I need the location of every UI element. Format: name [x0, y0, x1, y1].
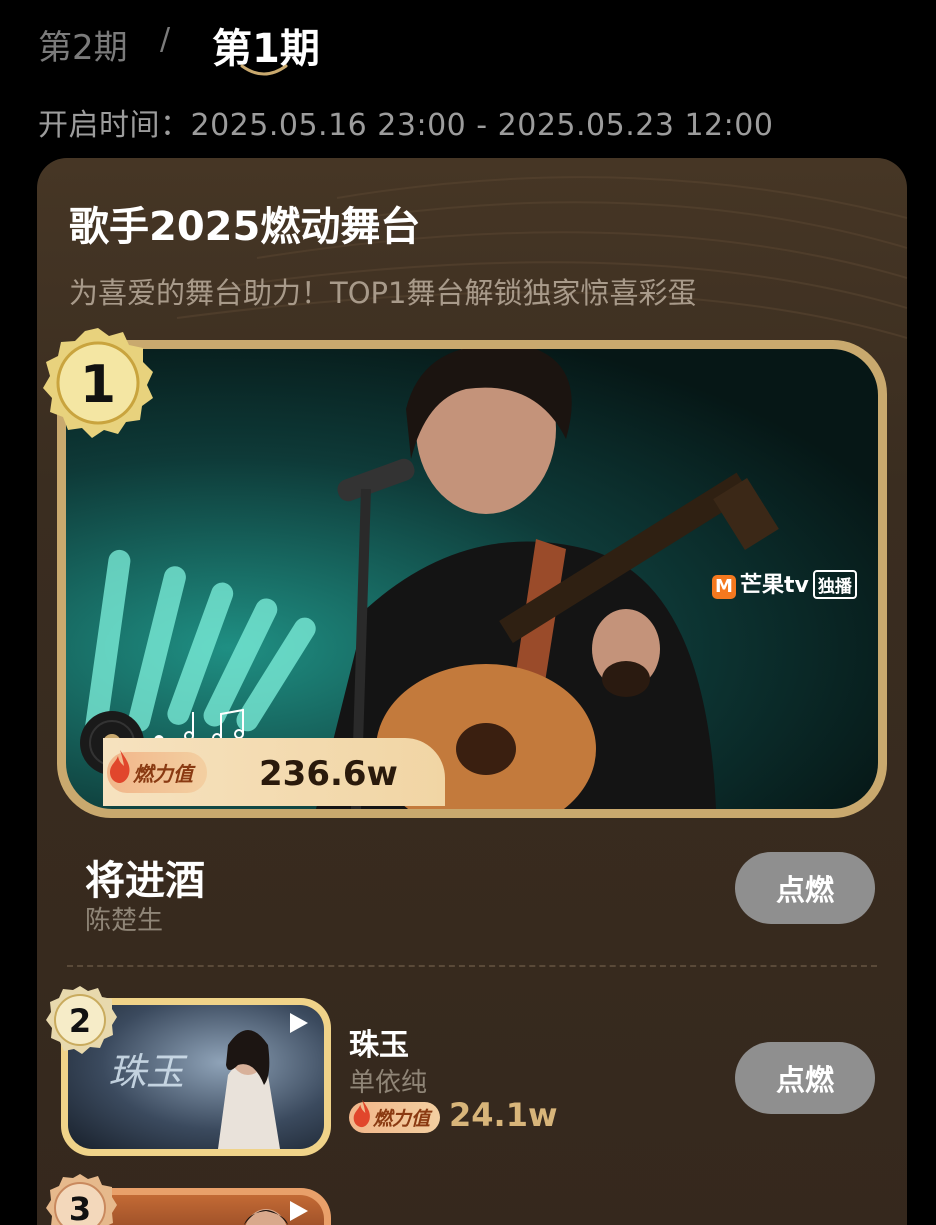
card-subtitle: 为喜爱的舞台助力！TOP1舞台解锁独家惊喜彩蛋 [69, 276, 697, 310]
fire-value-1: 236.6w [259, 754, 398, 794]
play-icon [290, 1201, 308, 1221]
rank-2-number: 2 [69, 1002, 91, 1040]
song-title-rank-2: 珠玉 [349, 1028, 409, 1063]
flame-icon [110, 750, 130, 783]
rank-1-badge: 1 [43, 328, 153, 438]
song-artist-rank-2: 单依纯 [349, 1068, 428, 1098]
rank-3-badge: 3 [46, 1174, 117, 1225]
card-title: 歌手2025燃动舞台 [69, 204, 421, 250]
fire-value-rank-2: 24.1w [449, 1096, 558, 1134]
tab-episode-2[interactable]: 第2期 [38, 20, 128, 69]
page: 第2期 / 第1期 开启时间：2025.05.16 23:00 - 2025.0… [0, 0, 936, 1225]
exclusive-tag: 独播 [812, 570, 857, 599]
song-artist-rank-1: 陈楚生 [85, 906, 164, 936]
rank-1-number: 1 [80, 355, 116, 415]
flame-icon [353, 1099, 370, 1128]
ignite-button-rank-2[interactable]: 点燃 [735, 1042, 875, 1114]
song-title-rank-1: 将进酒 [85, 858, 205, 904]
brand-name: 芒果tv [740, 573, 809, 598]
play-icon [290, 1013, 308, 1033]
mango-tv-icon: M [712, 575, 736, 599]
tab-separator: / [160, 22, 171, 57]
active-tab-indicator [240, 64, 288, 76]
divider [67, 965, 877, 967]
rank-2-badge: 2 [46, 986, 117, 1054]
ignite-button-rank-1[interactable]: 点燃 [735, 852, 875, 924]
thumb-title-rank-2: 珠玉 [108, 1050, 188, 1094]
open-time-range: 开启时间：2025.05.16 23:00 - 2025.05.23 12:00 [38, 108, 774, 143]
mango-tv-logo: M 芒果tv 独播 [712, 567, 857, 599]
rank-3-number: 3 [69, 1190, 91, 1225]
ranking-card: 歌手2025燃动舞台 为喜爱的舞台助力！TOP1舞台解锁独家惊喜彩蛋 M 芒果t… [37, 158, 907, 1225]
